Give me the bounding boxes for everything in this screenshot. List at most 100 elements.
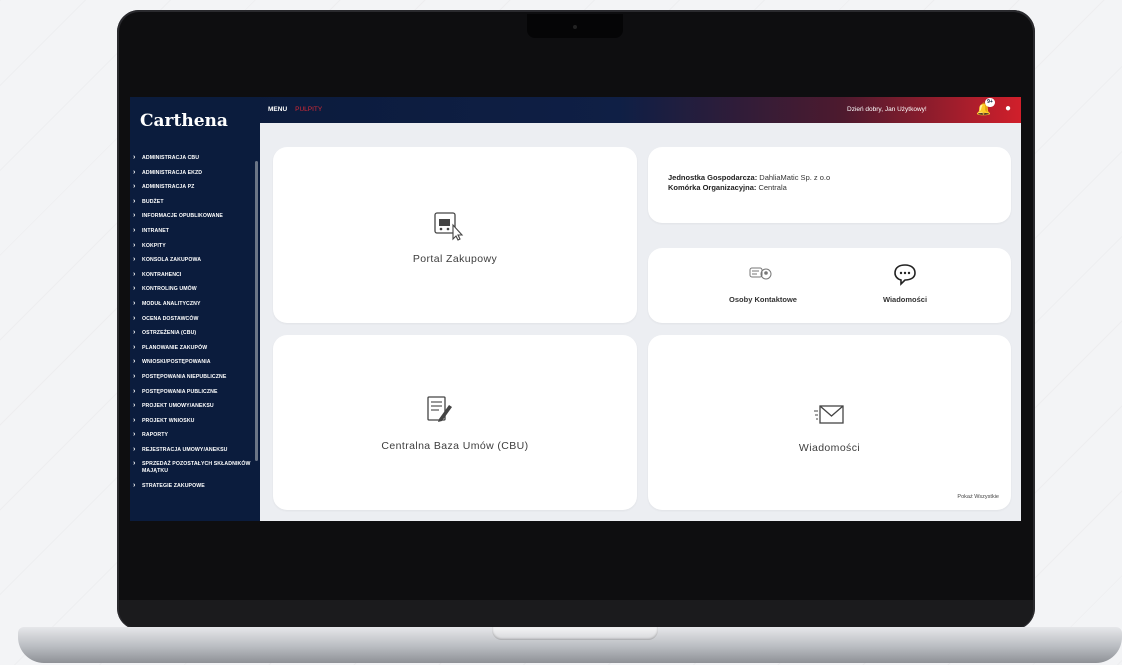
sidebar-item[interactable]: › OSTRZEŻENIA (CBU)	[133, 329, 255, 337]
notification-badge: 9+	[985, 98, 995, 107]
sidebar-item-label: ADMINISTRACJA PZ	[142, 184, 195, 191]
chevron-right-icon: ›	[133, 226, 136, 234]
sidebar-item[interactable]: › PROJEKT WNIOSKU	[133, 417, 255, 425]
sidebar-item[interactable]: › REJESTRACJA UMOWY/ANEKSU	[133, 445, 255, 454]
sidebar-item[interactable]: › OCENA DOSTAWCÓW	[133, 315, 255, 323]
sidebar-item-label: KONSOLA ZAKUPOWA	[142, 257, 202, 264]
sidebar-item-label: WNIOSKI/POSTĘPOWANIA	[142, 359, 211, 366]
chevron-right-icon: ›	[133, 329, 136, 337]
chevron-right-icon: ›	[133, 197, 136, 205]
chevron-right-icon: ›	[133, 482, 136, 490]
sidebar-item-label: OSTRZEŻENIA (CBU)	[142, 330, 197, 337]
chevron-right-icon: ›	[133, 358, 136, 366]
cbu-title: Centralna Baza Umów (CBU)	[381, 440, 529, 452]
chat-bubble-icon[interactable]	[892, 263, 918, 287]
chevron-right-icon: ›	[133, 402, 136, 410]
sidebar-item[interactable]: › ADMINISTRACJA EKZD	[133, 168, 255, 177]
sidebar-item-label: POSTĘPOWANIA NIEPUBLICZNE	[142, 373, 227, 380]
chevron-right-icon: ›	[133, 183, 136, 191]
chevron-right-icon: ›	[133, 299, 136, 307]
contacts-label[interactable]: Osoby Kontaktowe	[708, 295, 818, 304]
sidebar-item-label: SPRZEDAŻ POZOSTAŁYCH SKŁADNIKÓW MAJĄTKU	[142, 461, 251, 475]
sidebar-item-label: INTRANET	[142, 227, 170, 234]
sidebar-item-label: KONTRAHENCI	[142, 271, 182, 278]
tab-pulpity[interactable]: PULPITY	[295, 106, 322, 113]
app-logo[interactable]: Carthena	[140, 111, 228, 131]
chevron-right-icon: ›	[133, 168, 136, 176]
chevron-right-icon: ›	[133, 460, 136, 468]
sidebar-item-label: MODUŁ ANALITYCZNY	[142, 300, 201, 307]
sidebar-item[interactable]: › MODUŁ ANALITYCZNY	[133, 299, 255, 308]
sidebar-item[interactable]: › KONTRAHENCI	[133, 270, 255, 279]
envelope-icon	[814, 405, 844, 424]
sidebar-item-label: PROJEKT UMOWY/ANEKSU	[142, 403, 214, 410]
camera-icon	[573, 25, 577, 29]
chevron-right-icon: ›	[133, 445, 136, 453]
sidebar-item[interactable]: › ADMINISTRACJA CBU	[133, 154, 255, 162]
sidebar-item[interactable]: › STRATEGIE ZAKUPOWE	[133, 482, 255, 490]
chevron-right-icon: ›	[133, 241, 136, 249]
messages-title: Wiadomości	[798, 442, 861, 454]
laptop-opening-notch	[492, 627, 658, 640]
unit-value: DahliaMatic Sp. z o.o	[759, 173, 831, 182]
messages-label[interactable]: Wiadomości	[850, 295, 960, 304]
chevron-right-icon: ›	[133, 372, 136, 380]
sidebar-item-label: BUDŻET	[142, 198, 164, 205]
sidebar-item[interactable]: › KONSOLA ZAKUPOWA	[133, 256, 255, 264]
chevron-right-icon: ›	[133, 343, 136, 351]
sidebar-item[interactable]: › WNIOSKI/POSTĘPOWANIA	[133, 358, 255, 366]
sidebar: Carthena › ADMINISTRACJA CBU › ADMINISTRACJ…	[130, 97, 260, 521]
sidebar-item-label: STRATEGIE ZAKUPOWE	[142, 483, 205, 490]
sidebar-item[interactable]: › KONTROLING UMÓW	[133, 285, 255, 293]
portal-zakupowy-title: Portal Zakupowy	[412, 253, 498, 265]
sidebar-item-label: KONTROLING UMÓW	[142, 286, 197, 293]
sidebar-item[interactable]: › PLANOWANIE ZAKUPÓW	[133, 343, 255, 352]
org-row: Komórka Organizacyjna: Centrala	[668, 183, 830, 193]
sidebar-item-label: ADMINISTRACJA CBU	[142, 155, 200, 161]
shopping-cart-icon	[434, 212, 464, 241]
sidebar-item-label: ADMINISTRACJA EKZD	[142, 169, 203, 176]
sidebar-item[interactable]: › POSTĘPOWANIA PUBLICZNE	[133, 388, 255, 396]
sidebar-menu: › ADMINISTRACJA CBU › ADMINISTRACJA EKZD › AD…	[133, 154, 255, 498]
sidebar-item[interactable]: › ADMINISTRACJA PZ	[133, 183, 255, 191]
show-all-link[interactable]: Pokaż Wszystkie	[957, 494, 999, 500]
camera-notch	[527, 14, 623, 38]
messages-tile[interactable]: Wiadomości Pokaż Wszystkie	[648, 335, 1011, 510]
sidebar-scrollbar[interactable]	[255, 161, 258, 461]
sidebar-item-label: INFORMACJE OPUBLIKOWANE	[142, 213, 223, 220]
sidebar-item[interactable]: › INFORMACJE OPUBLIKOWANE	[133, 212, 255, 220]
chevron-right-icon: ›	[133, 285, 136, 293]
sidebar-item[interactable]: › KOKPITY	[133, 241, 255, 250]
user-menu-icon[interactable]: ●	[1005, 103, 1011, 114]
sidebar-item-label: RAPORTY	[142, 432, 169, 439]
sidebar-item[interactable]: › PROJEKT UMOWY/ANEKSU	[133, 402, 255, 410]
laptop-lid-bottom	[119, 600, 1033, 628]
user-greeting: Dzień dobry, Jan Użytkowy!	[847, 106, 927, 113]
chevron-right-icon: ›	[133, 256, 136, 264]
chevron-right-icon: ›	[133, 154, 136, 161]
portal-zakupowy-tile[interactable]: Portal Zakupowy	[273, 147, 637, 323]
screen-bottom-bezel	[130, 521, 1021, 601]
sidebar-item[interactable]: › RAPORTY	[133, 431, 255, 439]
chevron-right-icon: ›	[133, 212, 136, 220]
unit-row: Jednostka Gospodarcza: DahliaMatic Sp. z…	[668, 173, 830, 183]
sidebar-item[interactable]: › BUDŻET	[133, 197, 255, 206]
sidebar-item[interactable]: › INTRANET	[133, 226, 255, 235]
organization-info-card: Jednostka Gospodarcza: DahliaMatic Sp. z…	[648, 147, 1011, 223]
chevron-right-icon: ›	[133, 431, 136, 439]
sidebar-item-label: KOKPITY	[142, 242, 166, 249]
sidebar-item-label: PROJEKT WNIOSKU	[142, 417, 195, 424]
tab-menu[interactable]: MENU	[268, 106, 287, 113]
chevron-right-icon: ›	[133, 270, 136, 278]
sidebar-item[interactable]: › POSTĘPOWANIA NIEPUBLICZNE	[133, 372, 255, 381]
document-edit-icon	[427, 396, 452, 422]
sidebar-item[interactable]: › SPRZEDAŻ POZOSTAŁYCH SKŁADNIKÓW MAJĄTKU	[133, 460, 255, 475]
sidebar-item-label: PLANOWANIE ZAKUPÓW	[142, 344, 208, 351]
cbu-tile[interactable]: Centralna Baza Umów (CBU)	[273, 335, 637, 510]
unit-label: Jednostka Gospodarcza:	[668, 173, 758, 182]
app-screen: Carthena › ADMINISTRACJA CBU › ADMINISTRACJ…	[130, 97, 1021, 521]
org-value: Centrala	[758, 183, 787, 192]
sidebar-item-label: OCENA DOSTAWCÓW	[142, 315, 199, 322]
contacts-card: Osoby Kontaktowe Wiadomości	[648, 248, 1011, 323]
contacts-icon[interactable]	[748, 265, 774, 287]
